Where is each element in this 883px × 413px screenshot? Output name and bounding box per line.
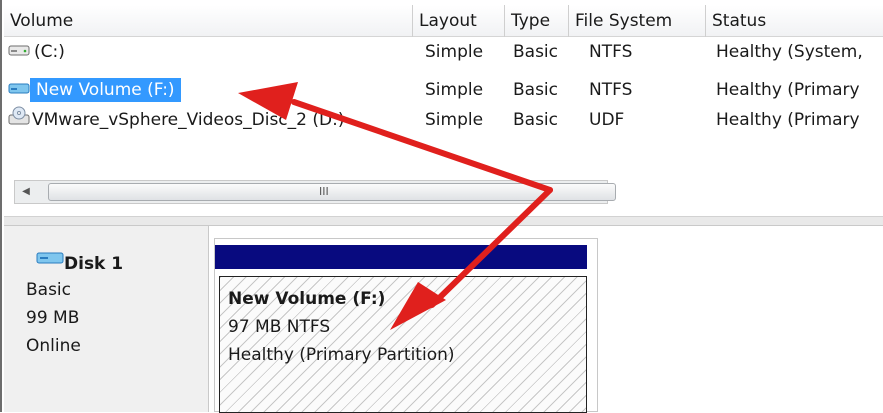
volume-row-d[interactable]: VMware_vSphere_Videos_Disc_2 (D:) Simple… xyxy=(4,106,883,134)
scrollbar-grip: III xyxy=(319,185,329,198)
volume-name: (C:) xyxy=(34,42,65,62)
volume-name: VMware_vSphere_Videos_Disc_2 (D:) xyxy=(32,110,345,130)
partition-body[interactable]: New Volume (F:) 97 MB NTFS Healthy (Prim… xyxy=(219,276,587,413)
column-header-status[interactable]: Status xyxy=(706,5,883,37)
disk-state: Online xyxy=(26,336,81,356)
volume-layout: Simple xyxy=(425,110,484,130)
disk-icon xyxy=(36,250,64,270)
volume-status: Healthy (Primary xyxy=(716,80,860,100)
disk-graphical-pane: Disk 1 Basic 99 MB Online New Volume (F:… xyxy=(4,226,883,413)
volume-status: Healthy (System, xyxy=(716,42,863,62)
volume-file-system: NTFS xyxy=(589,80,633,100)
drive-icon xyxy=(8,76,30,104)
volume-layout: Simple xyxy=(425,42,484,62)
volume-type: Basic xyxy=(513,80,559,100)
volume-list-header: Volume Layout Type File System Status xyxy=(4,5,883,37)
volume-type: Basic xyxy=(513,110,559,130)
volume-status: Healthy (Primary xyxy=(716,110,860,130)
volume-file-system: UDF xyxy=(589,110,625,130)
volume-file-system: NTFS xyxy=(589,42,633,62)
column-header-file-system[interactable]: File System xyxy=(569,5,706,37)
volume-name-selected: New Volume (F:) xyxy=(30,78,181,102)
volume-row-c[interactable]: (C:) Simple Basic NTFS Healthy (System, xyxy=(4,38,883,66)
disk-title: Disk 1 xyxy=(64,254,124,274)
horizontal-scrollbar[interactable]: ◀ III xyxy=(14,180,616,204)
scrollbar-thumb[interactable]: III xyxy=(48,183,616,201)
disk-info-panel[interactable]: Disk 1 Basic 99 MB Online xyxy=(4,226,209,412)
pane-splitter[interactable] xyxy=(4,216,883,226)
volume-row-f[interactable]: New Volume (F:) Simple Basic NTFS Health… xyxy=(4,76,883,104)
disk-management-window: Volume Layout Type File System Status (C… xyxy=(0,0,883,413)
disk-type: Basic xyxy=(26,280,72,300)
volume-layout: Simple xyxy=(425,80,484,100)
partition-status: Healthy (Primary Partition) xyxy=(228,345,455,365)
partition-block-f[interactable]: New Volume (F:) 97 MB NTFS Healthy (Prim… xyxy=(214,238,598,413)
volume-type: Basic xyxy=(513,42,559,62)
column-header-volume[interactable]: Volume xyxy=(4,5,413,37)
drive-icon xyxy=(8,38,30,66)
partition-name: New Volume (F:) xyxy=(228,289,386,309)
column-header-layout[interactable]: Layout xyxy=(413,5,505,37)
column-header-type[interactable]: Type xyxy=(505,5,569,37)
partition-size-fs: 97 MB NTFS xyxy=(228,317,331,337)
cd-drive-icon xyxy=(8,106,30,134)
partition-header-bar xyxy=(215,245,587,269)
disk-size: 99 MB xyxy=(26,308,80,328)
scroll-left-arrow-icon[interactable]: ◀ xyxy=(15,181,37,203)
